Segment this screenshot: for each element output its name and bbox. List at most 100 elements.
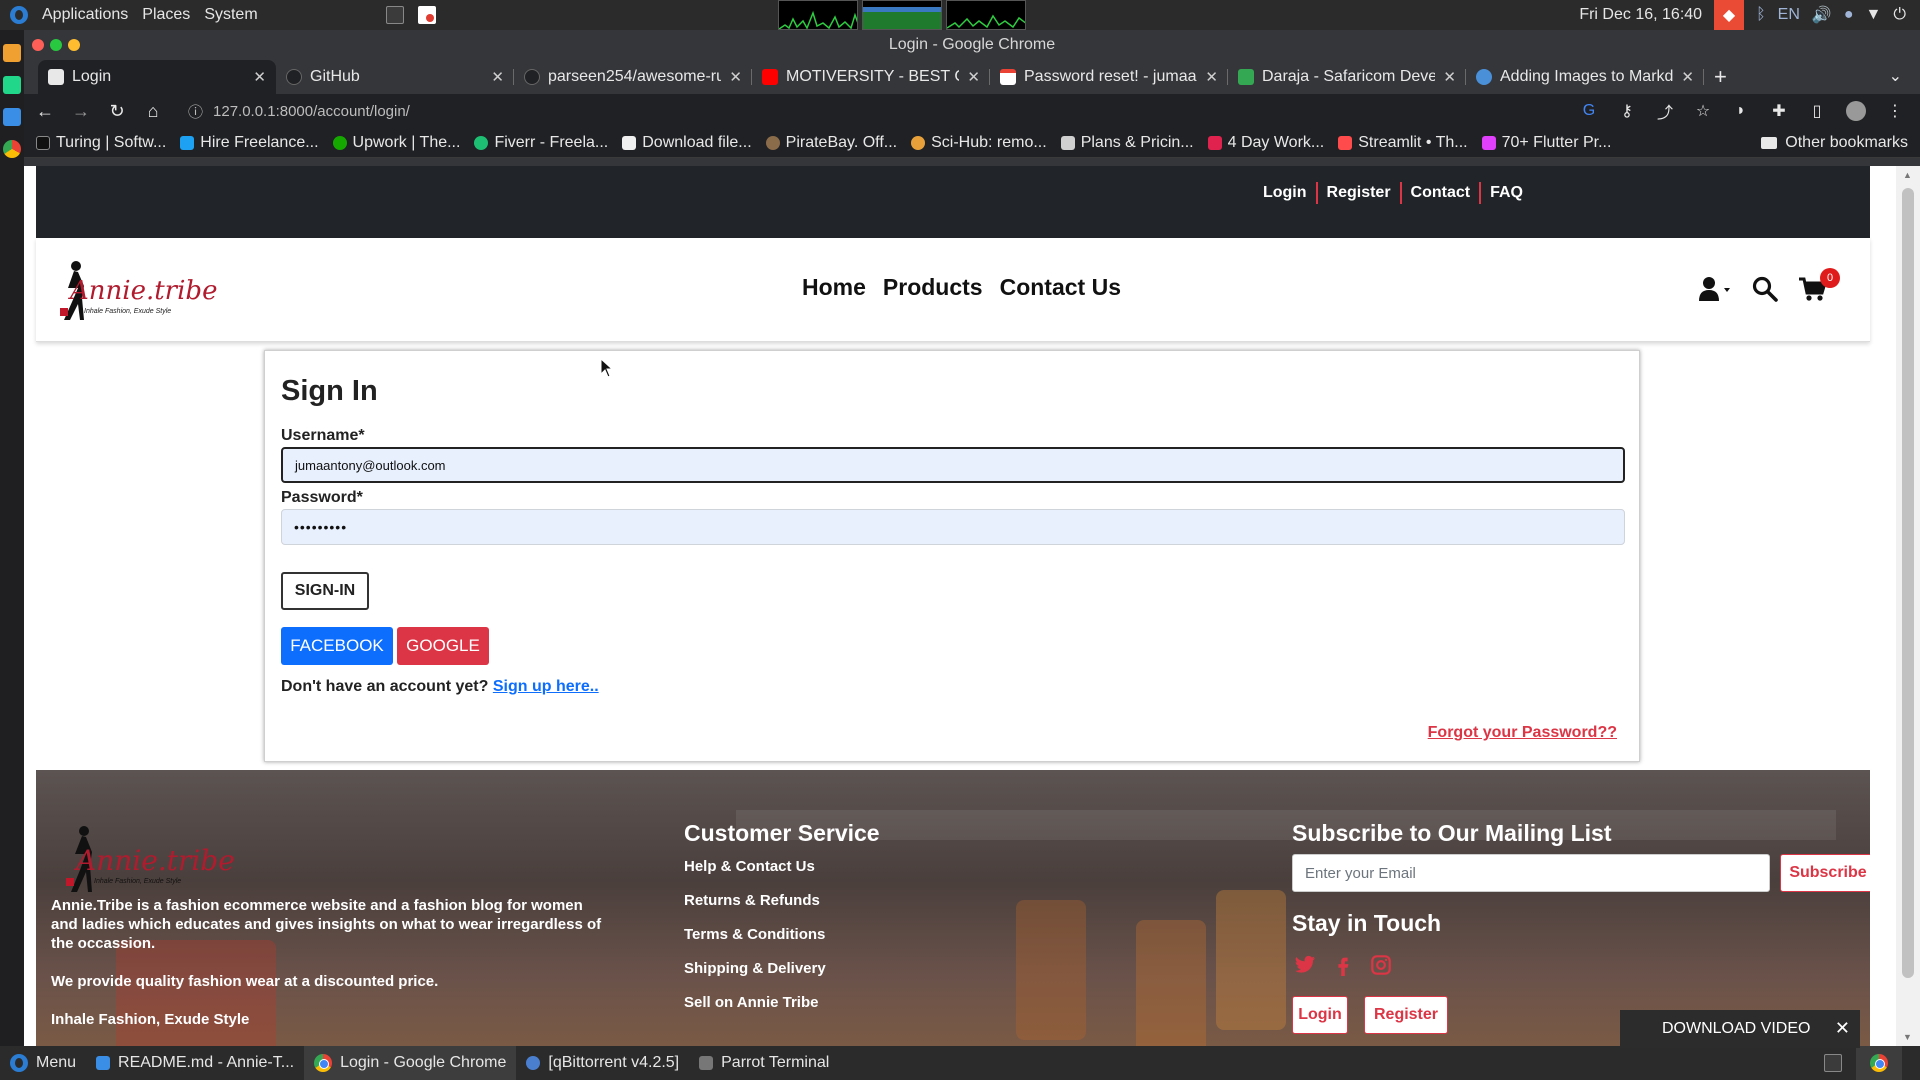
footer-link-terms[interactable]: Terms & Conditions — [684, 926, 826, 943]
tab-gmail[interactable]: Password reset! - jumaa ✕ — [990, 60, 1228, 94]
panel-menu-places[interactable]: Places — [142, 6, 190, 24]
bookmark-4-day-work[interactable]: 4 Day Work... — [1207, 134, 1324, 152]
url-text[interactable]: 127.0.0.1:8000/account/login/ — [213, 103, 410, 120]
panel-menu-system[interactable]: System — [204, 6, 257, 24]
new-tab-icon[interactable]: + — [1704, 64, 1737, 94]
close-tab-icon[interactable]: ✕ — [1205, 68, 1218, 86]
bluetooth-icon[interactable]: ᛒ — [1756, 6, 1766, 24]
panel-menu-applications[interactable]: Applications — [42, 6, 128, 24]
chrome-menu-icon[interactable]: ⋮ — [1886, 101, 1904, 121]
bookmark-flutter[interactable]: 70+ Flutter Pr... — [1481, 134, 1611, 152]
top-link-login[interactable]: Login — [1254, 184, 1316, 202]
power-icon[interactable]: ⏻ — [1893, 6, 1906, 24]
site-logo[interactable]: Annie.tribe Inhale Fashion, Exude Style — [54, 258, 217, 322]
tab-github[interactable]: GitHub ✕ — [276, 60, 514, 94]
twitter-icon[interactable] — [1294, 954, 1316, 976]
signin-button[interactable]: SIGN-IN — [281, 572, 369, 610]
footer-register-button[interactable]: Register — [1364, 996, 1448, 1034]
top-link-register[interactable]: Register — [1318, 184, 1400, 202]
chrome-dock-icon[interactable] — [3, 140, 21, 158]
tab-daraja[interactable]: Daraja - Safaricom Devel ✕ — [1228, 60, 1466, 94]
share-icon[interactable]: ⤴ — [1656, 99, 1674, 123]
text-editor-launcher-icon[interactable] — [417, 6, 436, 24]
bookmark-hire-freelance[interactable]: Hire Freelance... — [180, 134, 319, 152]
footer-logo[interactable]: Annie.tribe Inhale Fashion, Exude Style — [58, 822, 235, 892]
facebook-icon[interactable] — [1332, 954, 1354, 976]
subscribe-email-input[interactable]: Enter your Email — [1292, 854, 1770, 892]
forward-icon[interactable]: → — [70, 101, 92, 122]
bookmark-piratebay[interactable]: PirateBay. Off... — [765, 134, 897, 152]
forgot-password-link[interactable]: Forgot your Password?? — [1428, 724, 1617, 742]
address-bar[interactable]: ⓘ 127.0.0.1:8000/account/login/ — [178, 97, 1548, 125]
bookmark-fiverr[interactable]: Fiverr - Freela... — [474, 134, 608, 152]
qbittorrent-tray-icon[interactable]: ● — [1844, 6, 1854, 24]
sublime-dock-icon[interactable] — [3, 44, 21, 62]
footer-link-sell[interactable]: Sell on Annie Tribe — [684, 994, 826, 1011]
profile-avatar-icon[interactable] — [1846, 101, 1866, 121]
footer-link-help[interactable]: Help & Contact Us — [684, 858, 826, 875]
other-bookmarks[interactable]: Other bookmarks — [1761, 128, 1908, 158]
bookmark-turing[interactable]: Turing | Softw... — [36, 134, 166, 152]
top-link-faq[interactable]: FAQ — [1481, 184, 1532, 202]
tab-markdown-images[interactable]: Adding Images to Markd ✕ — [1466, 60, 1704, 94]
footer-link-returns[interactable]: Returns & Refunds — [684, 892, 826, 909]
tab-awesome-rust[interactable]: parseen254/awesome-ru ✕ — [514, 60, 752, 94]
wifi-icon[interactable]: ▼ — [1866, 6, 1882, 24]
tab-search-chevron-icon[interactable]: ⌄ — [1889, 66, 1902, 86]
password-input[interactable]: ••••••••• — [281, 509, 1625, 545]
nav-contact-us[interactable]: Contact Us — [1000, 274, 1121, 301]
google-lens-icon[interactable]: G — [1580, 102, 1598, 120]
pycharm-dock-icon[interactable] — [3, 76, 21, 94]
parrot-logo-icon[interactable] — [10, 6, 28, 24]
subscribe-button[interactable]: Subscribe — [1780, 854, 1870, 892]
anydesk-tray-icon[interactable]: ◆ — [1714, 0, 1745, 30]
facebook-login-button[interactable]: FACEBOOK — [281, 627, 393, 665]
bookmark-download-file[interactable]: Download file... — [622, 134, 752, 152]
tab-motiversity[interactable]: MOTIVERSITY - BEST C ✕ — [752, 60, 990, 94]
close-tab-icon[interactable]: ✕ — [1443, 68, 1456, 86]
google-login-button[interactable]: GOOGLE — [397, 627, 489, 665]
close-tab-icon[interactable]: ✕ — [967, 68, 980, 86]
vscode-dock-icon[interactable] — [3, 108, 21, 126]
password-key-icon[interactable]: ⚷ — [1618, 101, 1636, 121]
taskbar-qbittorrent[interactable]: [qBittorrent v4.2.5] — [516, 1046, 689, 1080]
close-tab-icon[interactable]: ✕ — [729, 68, 742, 86]
tab-login[interactable]: Login ✕ — [38, 60, 276, 94]
page-scrollbar[interactable]: ▲ ▼ — [1896, 166, 1920, 1046]
scrollbar-thumb[interactable] — [1902, 188, 1914, 978]
minimize-window-icon[interactable] — [68, 39, 80, 51]
signup-link[interactable]: Sign up here.. — [493, 678, 599, 695]
top-link-contact[interactable]: Contact — [1402, 184, 1480, 202]
extension-icon[interactable]: ◗ — [1732, 102, 1750, 120]
taskbar-vscode[interactable]: README.md - Annie-T... — [86, 1046, 304, 1080]
scroll-down-icon[interactable]: ▼ — [1903, 1032, 1912, 1042]
workspace-chrome[interactable] — [1856, 1046, 1902, 1080]
username-input[interactable]: jumaantony@outlook.com — [281, 447, 1625, 483]
scroll-up-icon[interactable]: ▲ — [1903, 170, 1912, 180]
extensions-puzzle-icon[interactable]: ✚ — [1770, 101, 1788, 121]
taskbar-menu[interactable]: Menu — [0, 1046, 86, 1080]
taskbar-terminal[interactable]: Parrot Terminal — [689, 1046, 839, 1080]
footer-link-shipping[interactable]: Shipping & Delivery — [684, 960, 826, 977]
taskbar-chrome[interactable]: Login - Google Chrome — [304, 1046, 517, 1080]
bookmark-streamlit[interactable]: Streamlit • Th... — [1338, 134, 1468, 152]
keyboard-layout[interactable]: EN — [1778, 6, 1800, 24]
close-window-icon[interactable] — [32, 39, 44, 51]
instagram-icon[interactable] — [1370, 954, 1392, 976]
user-dropdown-icon[interactable] — [1698, 276, 1732, 307]
maximize-window-icon[interactable] — [50, 39, 62, 51]
nav-products[interactable]: Products — [883, 274, 983, 301]
bookmark-plans-pricing[interactable]: Plans & Pricin... — [1060, 134, 1194, 152]
volume-icon[interactable]: 🔊 — [1812, 5, 1832, 25]
reload-icon[interactable]: ↻ — [106, 101, 128, 122]
download-video-popup[interactable]: DOWNLOAD VIDEO ✕ — [1620, 1010, 1860, 1048]
bookmark-scihub[interactable]: Sci-Hub: remo... — [911, 134, 1047, 152]
cart-icon[interactable]: 0 — [1798, 268, 1840, 307]
close-tab-icon[interactable]: ✕ — [491, 68, 504, 86]
site-info-icon[interactable]: ⓘ — [188, 101, 203, 122]
close-tab-icon[interactable]: ✕ — [1681, 68, 1694, 86]
side-panel-icon[interactable]: ▯ — [1808, 101, 1826, 121]
close-tab-icon[interactable]: ✕ — [253, 68, 266, 86]
bookmark-star-icon[interactable]: ☆ — [1694, 101, 1712, 121]
clock[interactable]: Fri Dec 16, 16:40 — [1579, 6, 1702, 24]
